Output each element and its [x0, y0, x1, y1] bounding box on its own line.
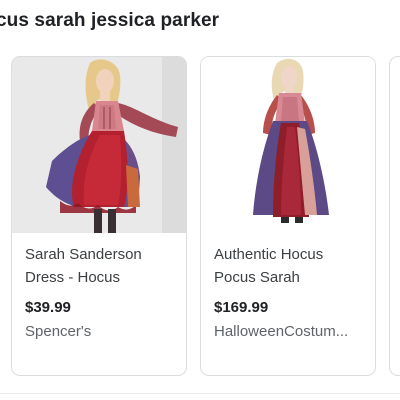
costume-photo-icon [12, 57, 186, 233]
product-card[interactable]: Authentic Hocus Pocus Sarah $169.99 Hall… [200, 56, 376, 376]
product-price: $169.99 [214, 299, 269, 316]
shopping-results-page: cus sarah jessica parker Sarah Sanderson… [0, 0, 400, 400]
product-image[interactable] [12, 57, 186, 233]
product-card-partial[interactable] [389, 56, 400, 376]
costume-photo-icon [201, 57, 375, 233]
product-title[interactable]: Sarah Sanderson Dress - Hocus [25, 243, 177, 289]
product-image[interactable] [201, 57, 375, 233]
results-heading: cus sarah jessica parker [0, 10, 220, 31]
product-merchant: HalloweenCostum... [214, 323, 349, 340]
product-title[interactable]: Authentic Hocus Pocus Sarah [214, 243, 366, 289]
product-merchant: Spencer's [25, 323, 92, 340]
section-divider [0, 393, 400, 394]
product-card[interactable]: Sarah Sanderson Dress - Hocus $39.99 Spe… [11, 56, 187, 376]
product-price: $39.99 [25, 299, 71, 316]
